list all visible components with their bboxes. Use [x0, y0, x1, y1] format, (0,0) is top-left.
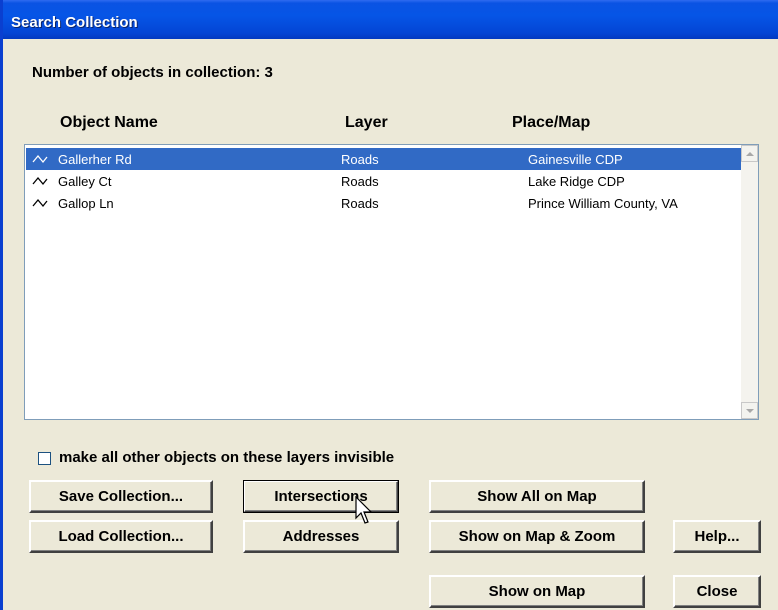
list-item[interactable]: Gallop Ln Roads Prince William County, V…: [26, 192, 756, 214]
intersections-button[interactable]: Intersections: [243, 480, 399, 513]
column-header-place-map: Place/Map: [512, 114, 591, 131]
help-button[interactable]: Help...: [673, 520, 761, 553]
object-place: Prince William County, VA: [528, 196, 678, 211]
mouse-cursor-icon: [355, 496, 373, 524]
object-name: Gallerher Rd: [58, 152, 132, 167]
title-bar[interactable]: Search Collection: [3, 0, 778, 39]
column-header-layer: Layer: [345, 114, 388, 131]
arrow-down-icon: [745, 408, 754, 413]
show-on-map-zoom-button[interactable]: Show on Map & Zoom: [429, 520, 645, 553]
save-collection-button[interactable]: Save Collection...: [29, 480, 213, 513]
road-line-icon: [32, 176, 48, 186]
arrow-up-icon: [745, 151, 754, 156]
search-collection-dialog: Search Collection Number of objects in c…: [0, 0, 778, 610]
invisible-checkbox[interactable]: [38, 452, 51, 465]
window-title: Search Collection: [11, 14, 138, 31]
show-all-on-map-button[interactable]: Show All on Map: [429, 480, 645, 513]
collection-count-label: Number of objects in collection: 3: [32, 64, 273, 81]
vertical-scrollbar[interactable]: [741, 145, 758, 419]
column-header-object-name: Object Name: [60, 114, 158, 131]
list-item[interactable]: Galley Ct Roads Lake Ridge CDP: [26, 170, 756, 192]
close-button[interactable]: Close: [673, 575, 761, 608]
object-name: Galley Ct: [58, 174, 112, 189]
object-name: Gallop Ln: [58, 196, 114, 211]
object-layer: Roads: [341, 174, 379, 189]
scroll-down-button[interactable]: [741, 402, 758, 419]
object-layer: Roads: [341, 152, 379, 167]
object-layer: Roads: [341, 196, 379, 211]
object-place: Lake Ridge CDP: [528, 174, 625, 189]
scroll-up-button[interactable]: [741, 145, 758, 162]
object-place: Gainesville CDP: [528, 152, 623, 167]
addresses-button[interactable]: Addresses: [243, 520, 399, 553]
invisible-checkbox-label[interactable]: make all other objects on these layers i…: [59, 449, 394, 466]
road-line-icon: [32, 154, 48, 164]
object-list[interactable]: Gallerher Rd Roads Gainesville CDP Galle…: [24, 144, 759, 420]
show-on-map-button[interactable]: Show on Map: [429, 575, 645, 608]
load-collection-button[interactable]: Load Collection...: [29, 520, 213, 553]
road-line-icon: [32, 198, 48, 208]
list-item[interactable]: Gallerher Rd Roads Gainesville CDP: [26, 148, 756, 170]
